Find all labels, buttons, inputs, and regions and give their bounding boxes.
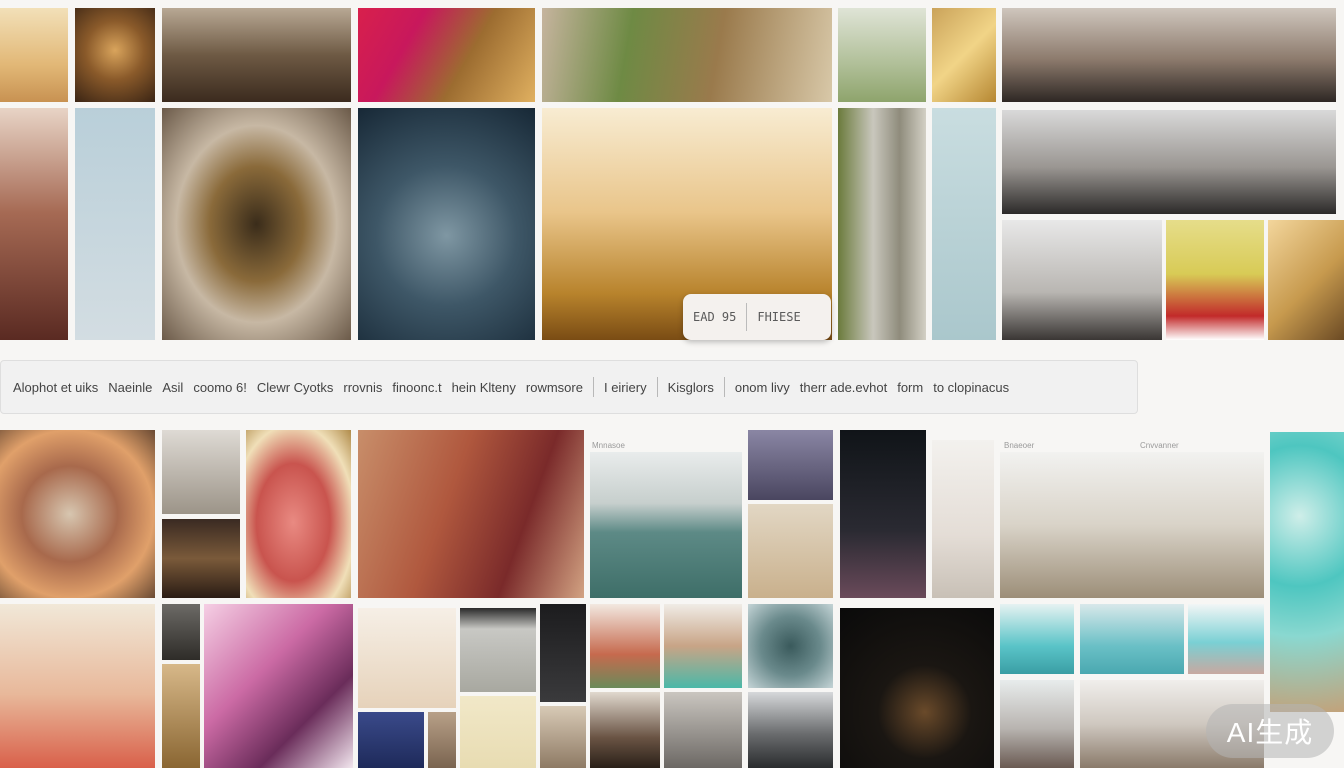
gallery-tile[interactable] xyxy=(358,712,424,768)
gallery-tile[interactable] xyxy=(838,108,926,340)
gallery-tile[interactable] xyxy=(0,430,155,598)
tile-caption: Mnnasoe xyxy=(592,441,625,450)
gallery-tile[interactable] xyxy=(1166,220,1264,340)
gallery-tile[interactable] xyxy=(748,430,833,500)
filter-tag[interactable]: I eiriery xyxy=(599,380,652,395)
gallery-tile[interactable] xyxy=(590,452,742,598)
tile-caption: Cnvvanner xyxy=(1140,441,1179,450)
gallery-tile[interactable] xyxy=(1000,452,1264,598)
gallery-tile[interactable] xyxy=(590,692,660,768)
gallery-tile[interactable] xyxy=(162,430,240,514)
gallery-tile[interactable] xyxy=(162,664,200,768)
filter-tag[interactable]: hein Klteny xyxy=(447,380,521,395)
gallery-tile[interactable] xyxy=(590,604,660,688)
gallery-tile[interactable] xyxy=(1080,604,1184,674)
gallery-tile[interactable] xyxy=(1000,680,1074,768)
filter-bar: Alophot et uiks Naeinle Asil coomo 6! Cl… xyxy=(0,360,1138,414)
gallery-tile[interactable] xyxy=(840,608,994,768)
pill-left-text: EAD 95 xyxy=(693,310,737,324)
gallery-tile[interactable] xyxy=(1270,432,1344,712)
pill-right-text: FHIESE xyxy=(757,310,801,324)
gallery-tile[interactable] xyxy=(542,8,832,102)
gallery-tile[interactable] xyxy=(540,604,586,702)
filter-tag[interactable]: finoonc.t xyxy=(387,380,446,395)
gallery-tile[interactable] xyxy=(1002,110,1336,214)
ai-generated-watermark: AI生成 xyxy=(1206,704,1334,758)
gallery-tile[interactable] xyxy=(932,440,994,598)
gallery-tile[interactable] xyxy=(162,519,240,598)
filter-tag[interactable]: rowmsore xyxy=(521,380,588,395)
gallery-tile[interactable] xyxy=(75,8,155,102)
gallery-tile[interactable] xyxy=(1188,604,1264,674)
filter-divider xyxy=(723,377,725,397)
filter-tag[interactable]: onom livy xyxy=(730,380,795,395)
filter-divider xyxy=(656,377,658,397)
filter-tag[interactable]: Kisglors xyxy=(663,380,719,395)
gallery-tile[interactable] xyxy=(162,108,351,340)
filter-tag[interactable]: Naeinle xyxy=(103,380,157,395)
gallery-tile[interactable] xyxy=(460,696,536,768)
filter-tag[interactable]: to clopinacus xyxy=(928,380,1014,395)
filter-tag[interactable]: Asil xyxy=(157,380,188,395)
filter-tag[interactable]: coomo 6! xyxy=(188,380,251,395)
gallery-tile[interactable] xyxy=(75,108,155,340)
gallery-tile[interactable] xyxy=(0,8,68,102)
gallery-tile[interactable] xyxy=(748,504,833,598)
gallery-tile[interactable] xyxy=(1002,220,1162,340)
gallery-tile[interactable] xyxy=(838,8,926,102)
image-label-pill[interactable]: EAD 95 FHIESE xyxy=(683,294,831,340)
filter-tag[interactable]: rrovnis xyxy=(338,380,387,395)
filter-divider xyxy=(592,377,594,397)
gallery-tile[interactable] xyxy=(748,692,833,768)
gallery-tile[interactable] xyxy=(0,108,68,340)
gallery-tile[interactable] xyxy=(932,108,996,340)
gallery-tile[interactable] xyxy=(358,8,535,102)
gallery-tile[interactable] xyxy=(1268,220,1344,340)
gallery-tile[interactable] xyxy=(840,430,926,598)
gallery-tile[interactable] xyxy=(1000,604,1074,674)
tile-caption: Bnaeoer xyxy=(1004,441,1035,450)
filter-tag[interactable]: Clewr Cyotks xyxy=(252,380,339,395)
gallery-tile[interactable] xyxy=(932,8,996,102)
gallery-tile[interactable] xyxy=(428,712,456,768)
gallery-tile[interactable] xyxy=(358,108,535,340)
gallery-tile[interactable] xyxy=(162,8,351,102)
gallery-tile[interactable] xyxy=(664,692,742,768)
gallery-tile[interactable] xyxy=(540,706,586,768)
gallery-tile[interactable] xyxy=(748,604,833,688)
gallery-tile[interactable] xyxy=(358,430,584,598)
gallery-tile[interactable] xyxy=(0,604,155,768)
gallery-tile[interactable] xyxy=(246,430,351,598)
gallery-tile[interactable] xyxy=(460,608,536,692)
filter-tag[interactable]: form xyxy=(892,380,928,395)
gallery-tile[interactable] xyxy=(664,604,742,688)
filter-tag[interactable]: Alophot et uiks xyxy=(1,380,103,395)
filter-tag[interactable]: therr ade.evhot xyxy=(795,380,892,395)
gallery-tile[interactable] xyxy=(204,604,353,768)
gallery-tile[interactable] xyxy=(1002,8,1336,102)
gallery-tile[interactable] xyxy=(358,608,456,708)
gallery-tile[interactable] xyxy=(162,604,200,660)
